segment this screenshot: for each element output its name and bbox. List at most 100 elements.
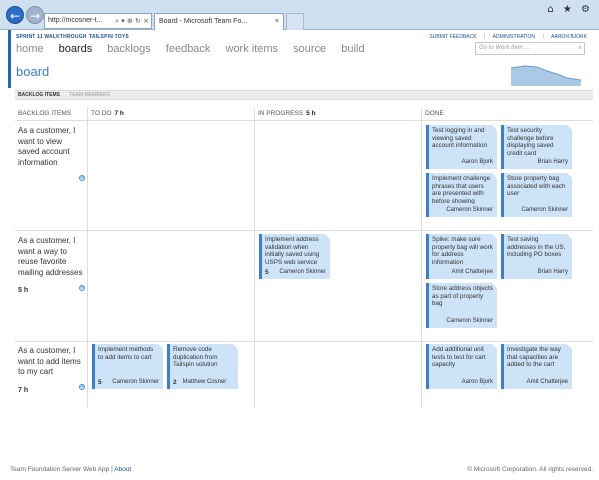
back-arrow-icon[interactable]: ← <box>6 6 24 24</box>
task-card[interactable]: Store address objects as part of propert… <box>426 283 497 328</box>
column-header-todo: TO DO 7 h <box>91 110 124 117</box>
row-divider <box>15 230 593 231</box>
task-card[interactable]: Remove code duplication from Tailspin so… <box>167 344 238 389</box>
backlog-item-row-3[interactable]: As a customer, I want to add items to my… <box>18 346 84 396</box>
team-breadcrumb[interactable]: TAILSPIN TOYS <box>89 34 129 40</box>
task-owner: Matthew Cosner <box>182 379 227 386</box>
task-card[interactable]: Investigate the way that capacities are … <box>501 344 572 389</box>
task-card[interactable]: Add additional unit tests to test for ca… <box>426 344 497 389</box>
task-card[interactable]: Implement address validation when initia… <box>259 234 330 279</box>
menu-home[interactable]: home <box>16 43 44 55</box>
task-title: Add additional unit tests to test for ca… <box>432 346 486 369</box>
task-title: Implement address validation when initia… <box>265 236 320 265</box>
address-text: http://mcosner-t... <box>48 17 103 24</box>
task-card[interactable]: Implement challenge phrases that users a… <box>426 173 497 217</box>
task-owner: Amit Chatterjee <box>451 269 493 276</box>
administration-link[interactable]: ADMINISTRATION <box>493 34 535 40</box>
task-card[interactable]: Store property bag associated with each … <box>501 173 572 217</box>
column-hours: 5 h <box>306 110 316 117</box>
user-name-link[interactable]: AARON BJORK <box>551 34 587 40</box>
task-owner: Aaron Bjork <box>461 159 493 166</box>
address-controls-icon[interactable]: ⌕ ▾ ⊕ ↻ × <box>115 14 149 28</box>
menu-boards[interactable]: boards <box>59 43 93 55</box>
menu-feedback[interactable]: feedback <box>166 43 211 55</box>
add-task-icon[interactable]: ⊕ <box>79 384 85 390</box>
project-breadcrumb[interactable]: SPRINT 11 WALKTHROUGH <box>16 34 87 40</box>
column-header-backlog: BACKLOG ITEMS <box>18 110 71 117</box>
task-owner: Cameron Skinner <box>446 318 493 325</box>
forward-arrow-icon[interactable]: → <box>26 6 44 24</box>
backlog-item-row-2[interactable]: As a customer, I want a way to reuse fav… <box>18 236 84 297</box>
column-header-in-progress: IN PROGRESS 5 h <box>258 110 316 117</box>
add-task-icon[interactable]: ⊕ <box>79 175 85 181</box>
browser-toolbar: ← → http://mcosner-t... ⌕ ▾ ⊕ ↻ × Board … <box>0 0 599 30</box>
task-title: Implement challenge phrases that users a… <box>432 175 491 204</box>
menu-build[interactable]: build <box>341 43 364 55</box>
task-title: Store address objects as part of propert… <box>432 285 493 308</box>
task-card[interactable]: Implement methods to add items to cart 5… <box>92 344 163 389</box>
subnav-team-members[interactable]: TEAM MEMBERS <box>69 92 110 98</box>
page-footer: Team Foundation Server Web App | About ©… <box>10 466 593 473</box>
task-owner: Cameron Skinner <box>112 379 159 386</box>
tab-label: Board - Microsoft Team Fo... <box>159 18 248 25</box>
task-remaining: 2 <box>173 379 177 387</box>
tab-board[interactable]: Board - Microsoft Team Fo... × <box>154 13 284 30</box>
column-label: BACKLOG ITEMS <box>18 110 72 117</box>
column-divider <box>421 108 422 408</box>
task-title: Test security challenge before displayin… <box>507 127 554 156</box>
menu-work-items[interactable]: work items <box>226 43 279 55</box>
header-separator: | <box>542 34 544 40</box>
task-remaining: 5 <box>265 269 269 277</box>
column-header-done: DONE <box>425 110 444 117</box>
footer-separator: | <box>111 466 113 473</box>
backlog-item-hours: 5 h <box>18 287 29 294</box>
submit-feedback-link[interactable]: SUBMIT FEEDBACK <box>429 34 476 40</box>
page-title: board <box>16 64 50 79</box>
task-owner: Cameron Skinner <box>279 269 326 276</box>
new-tab-button[interactable] <box>286 13 304 30</box>
task-card[interactable]: Spike: make sure property bag will work … <box>426 234 497 279</box>
add-task-icon[interactable]: ⊕ <box>79 285 85 291</box>
backlog-item-title: As a customer, I want to add items to my… <box>18 346 81 376</box>
subnav-backlog-items[interactable]: BACKLOG ITEMS <box>18 92 60 98</box>
header-divider <box>15 120 593 121</box>
task-title: Implement methods to add items to cart <box>98 346 154 361</box>
backlog-item-hours: 7 h <box>18 386 29 394</box>
menu-source[interactable]: source <box>293 43 326 55</box>
task-title: Test logging in and viewing saved accoun… <box>432 127 487 150</box>
task-owner: Brian Harry <box>537 269 568 276</box>
browser-tools-icons[interactable]: ⌂ ★ ⚙ <box>547 4 593 15</box>
menu-backlogs[interactable]: backlogs <box>107 43 150 55</box>
task-owner: Cameron Skinner <box>446 207 493 214</box>
task-card[interactable]: Test logging in and viewing saved accoun… <box>426 125 497 169</box>
search-icon[interactable]: ⌕ <box>579 43 582 54</box>
column-label: DONE <box>425 110 444 117</box>
task-owner: Cameron Skinner <box>521 207 568 214</box>
task-owner: Aaron Bjork <box>461 379 493 386</box>
header-separator: | <box>483 34 486 40</box>
task-card[interactable]: Test saving addresses in the US, includi… <box>501 234 572 279</box>
task-remaining: 5 <box>98 379 102 387</box>
address-bar[interactable]: http://mcosner-t... ⌕ ▾ ⊕ ↻ × <box>44 13 152 29</box>
app-header: SPRINT 11 WALKTHROUGH TAILSPIN TOYS SUBM… <box>8 30 593 88</box>
column-label: IN PROGRESS <box>258 110 304 117</box>
task-title: Test saving addresses in the US, includi… <box>507 236 566 259</box>
column-divider <box>87 108 88 408</box>
backlog-item-row-1[interactable]: As a customer, I want to view saved acco… <box>18 126 84 168</box>
task-owner: Brian Harry <box>537 159 568 166</box>
work-item-search-input[interactable]: Go to Work Item ... ⌕ <box>475 42 585 55</box>
search-placeholder: Go to Work Item ... <box>479 45 530 51</box>
footer-app-name: Team Foundation Server Web App <box>10 466 110 473</box>
column-label: TO DO <box>91 110 112 117</box>
task-card[interactable]: Test security challenge before displayin… <box>501 125 572 169</box>
board-subnav: BACKLOG ITEMS TEAM MEMBERS <box>15 90 593 100</box>
backlog-item-title: As a customer, I want to view saved acco… <box>18 126 76 167</box>
row-divider <box>15 341 593 342</box>
main-menu: home boards backlogs feedback work items… <box>16 43 376 55</box>
task-title: Remove code duplication from Tailspin so… <box>173 346 218 369</box>
about-link[interactable]: About <box>114 466 131 473</box>
close-tab-icon[interactable]: × <box>275 14 279 30</box>
burndown-chart-thumbnail[interactable] <box>511 62 581 86</box>
column-hours: 7 h <box>114 110 124 117</box>
task-owner: Amit Chatterjee <box>526 379 568 386</box>
